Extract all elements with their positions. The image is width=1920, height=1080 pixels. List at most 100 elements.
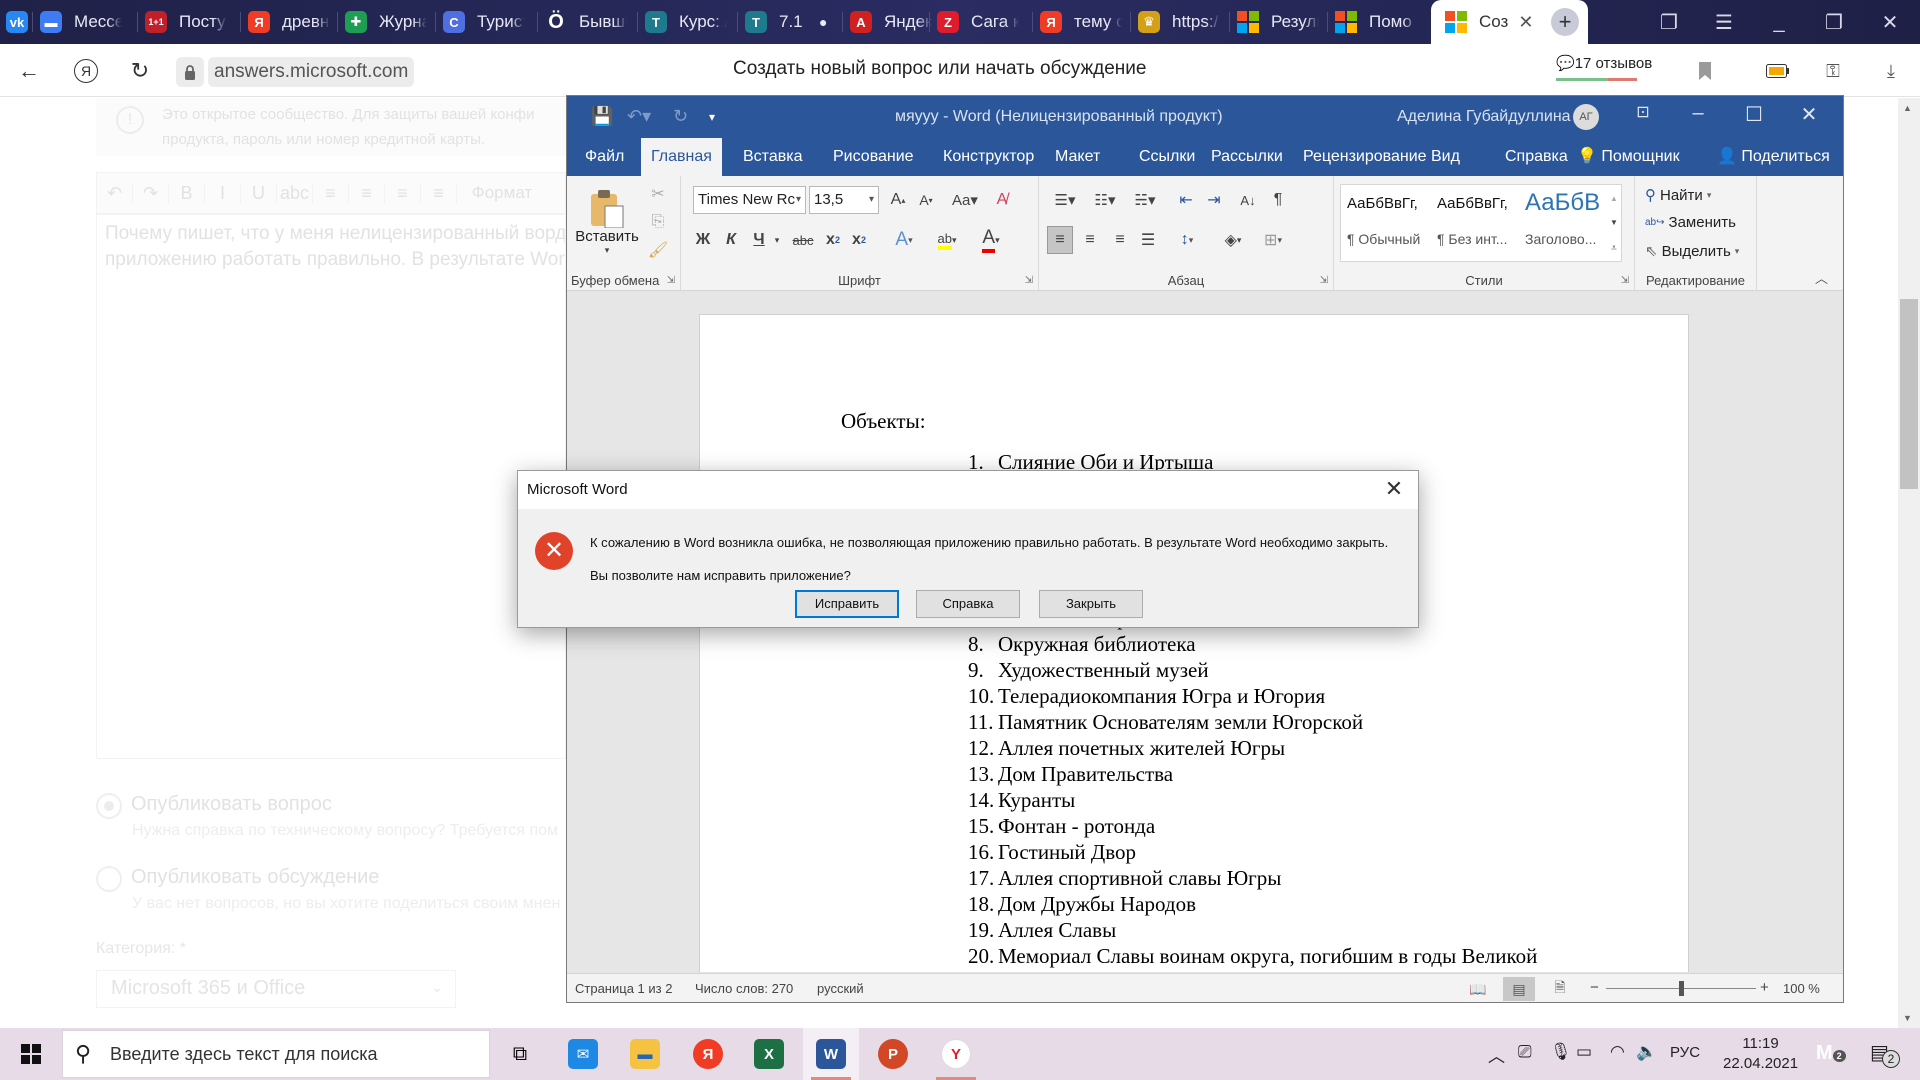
minimize-icon[interactable]: _ — [1757, 0, 1801, 44]
ribbon-tab[interactable]: Рецензирование — [1293, 138, 1437, 176]
yandex-browser-app[interactable]: Y — [928, 1028, 984, 1080]
decrease-indent-icon[interactable]: ⇤ — [1173, 188, 1199, 212]
editor-tool-button[interactable]: abc — [277, 182, 313, 204]
pilcrow-icon[interactable]: ¶ — [1265, 188, 1291, 212]
select-button[interactable]: ⇖ Выделить ▾ — [1645, 242, 1739, 261]
editor-tool-button[interactable]: ↶ — [97, 182, 133, 204]
page-scrollbar[interactable]: ▲ ▼ — [1898, 98, 1920, 1028]
browser-tab[interactable]: ♛ https:/ — [1138, 0, 1220, 44]
browser-tab[interactable]: 1+1 Посту — [145, 0, 227, 44]
replace-button[interactable]: ab↪ Заменить — [1645, 214, 1736, 231]
bold-button[interactable]: Ж — [691, 228, 715, 252]
ribbon-display-icon[interactable]: ⊡ — [1623, 102, 1663, 132]
highlight-color-icon[interactable]: ab ▾ — [927, 228, 967, 252]
scrollbar-thumb[interactable] — [1900, 299, 1918, 489]
style-preview[interactable]: АаБбВвГг, — [1347, 195, 1418, 212]
chevron-down-icon[interactable]: ▾ — [771, 228, 783, 252]
avatar[interactable]: АГ — [1573, 104, 1599, 130]
superscript-icon[interactable]: x2 — [847, 228, 871, 252]
line-spacing-icon[interactable]: ↕ ▾ — [1169, 228, 1205, 252]
ribbon-tab[interactable]: Ссылки — [1129, 138, 1205, 176]
font-color-icon[interactable]: A ▾ — [973, 227, 1009, 253]
dialog-launcher-icon[interactable]: ⇲ — [1320, 275, 1328, 286]
grow-font-icon[interactable]: A ▴ — [885, 188, 911, 212]
style-name[interactable]: ¶ Без инт... — [1437, 231, 1507, 247]
editor-tool-button[interactable]: ↷ — [133, 182, 169, 204]
clear-formatting-icon[interactable]: A̸ — [989, 188, 1015, 212]
copy-icon[interactable]: ⎘ — [645, 210, 671, 234]
justify-button[interactable]: ☰ — [1135, 228, 1161, 252]
borders-icon[interactable]: ⊞ ▾ — [1255, 228, 1291, 252]
ribbon-tab[interactable]: Конструктор — [933, 138, 1044, 176]
browser-tab[interactable]: C Турист — [443, 0, 525, 44]
browser-tab[interactable]: Резуль — [1237, 0, 1319, 44]
italic-button[interactable]: К — [719, 228, 743, 252]
document-page[interactable]: Объекты: 1.Слияние Оби и Иртыша2.… Тобол… — [699, 314, 1689, 972]
close-icon[interactable]: ✕ — [1789, 102, 1829, 132]
browser-tab[interactable]: Ядревн — [248, 0, 330, 44]
yandex-home-button[interactable]: Я — [69, 54, 103, 88]
browser-tab[interactable]: Z Сага к — [937, 0, 1019, 44]
ribbon-tab[interactable]: Вставка — [733, 138, 812, 176]
format-dropdown[interactable]: Формат — [457, 183, 547, 203]
start-button[interactable] — [2, 1028, 60, 1080]
paste-button[interactable]: Вставить ▾ — [573, 182, 641, 262]
web-layout-icon[interactable]: 🗎 — [1544, 977, 1576, 1001]
browser-tab[interactable]: T 7.1 ● — [745, 0, 827, 44]
task-view-button[interactable]: ⧉ — [492, 1028, 548, 1080]
collapse-ribbon-icon[interactable]: ︿ — [1815, 268, 1828, 287]
language[interactable]: русский — [817, 981, 864, 996]
style-preview[interactable]: АаБбВ — [1525, 189, 1600, 217]
url-field[interactable]: answers.microsoft.com — [208, 57, 415, 87]
page-count[interactable]: Страница 1 из 2 — [575, 981, 672, 996]
new-tab-button[interactable]: + — [1551, 8, 1579, 36]
input-language[interactable]: РУС — [1670, 1044, 1700, 1061]
show-hidden-icons[interactable]: ︿ — [1488, 1042, 1505, 1067]
align-center-button[interactable]: ≡ — [1077, 228, 1103, 252]
browser-tab[interactable]: ✚ Журна — [345, 0, 427, 44]
dialog-close-icon[interactable]: ✕ — [1380, 475, 1408, 503]
scroll-up-icon[interactable]: ▲ — [1903, 103, 1912, 113]
dialog-launcher-icon[interactable]: ⇲ — [667, 275, 675, 286]
numbering-icon[interactable]: ☷▾ — [1087, 188, 1123, 212]
zoom-level[interactable]: 100 % — [1783, 981, 1820, 996]
multilevel-list-icon[interactable]: ☵▾ — [1127, 188, 1163, 212]
align-left-button[interactable]: ≡ — [1047, 226, 1073, 254]
shading-icon[interactable]: ◈ ▾ — [1215, 228, 1251, 252]
editor-tool-button[interactable]: I — [205, 182, 241, 204]
explorer-app[interactable]: ▬ — [617, 1028, 673, 1080]
styles-scroll-down-icon[interactable]: ▼ — [1606, 210, 1622, 234]
editor-tool-button[interactable]: ≡ — [313, 182, 349, 204]
browser-tab[interactable]: Помо — [1335, 0, 1417, 44]
dialog-launcher-icon[interactable]: ⇲ — [1025, 275, 1033, 286]
browser-tab[interactable]: A Яндек — [850, 0, 932, 44]
word-app[interactable]: W — [803, 1028, 859, 1080]
ribbon-tab[interactable]: Справка — [1495, 138, 1578, 176]
yandex-app[interactable]: Я — [680, 1028, 736, 1080]
back-button[interactable]: ← — [12, 54, 46, 88]
editor-tool-button[interactable]: ≡ — [349, 182, 385, 204]
style-name[interactable]: ¶ Обычный — [1347, 231, 1420, 247]
mail-app[interactable]: ✉ — [555, 1028, 611, 1080]
volume-icon[interactable]: 🔈 — [1636, 1042, 1657, 1062]
close-app-button[interactable]: Закрыть — [1039, 590, 1143, 618]
zoom-slider-thumb[interactable] — [1679, 981, 1684, 996]
clock[interactable]: 11:19 22.04.2021 — [1723, 1034, 1798, 1074]
save-icon[interactable]: 💾 — [591, 106, 613, 127]
browser-tab[interactable]: ▬ Мессе — [40, 0, 122, 44]
ribbon-tab[interactable]: Рассылки — [1201, 138, 1293, 176]
reviews-button[interactable]: 💬17 отзывов — [1556, 54, 1652, 72]
bullets-icon[interactable]: ☰▾ — [1047, 188, 1083, 212]
ribbon-tab[interactable]: Главная — [641, 138, 722, 176]
style-name[interactable]: Заголово... — [1525, 231, 1596, 247]
close-window-icon[interactable]: ✕ — [1868, 0, 1912, 44]
fix-button[interactable]: Исправить — [795, 590, 899, 618]
ribbon-tab[interactable]: Файл — [575, 138, 634, 176]
maximize-icon[interactable]: ☐ — [1734, 102, 1774, 132]
strikethrough-button[interactable]: abc — [789, 228, 817, 252]
browser-tab[interactable]: T Курс: / — [645, 0, 727, 44]
font-size-field[interactable]: 13,5 ▾ — [809, 186, 879, 214]
share-button[interactable]: 👤 Поделиться — [1707, 138, 1840, 176]
minimize-icon[interactable]: – — [1678, 102, 1718, 132]
bookmark-icon[interactable] — [1692, 58, 1718, 84]
